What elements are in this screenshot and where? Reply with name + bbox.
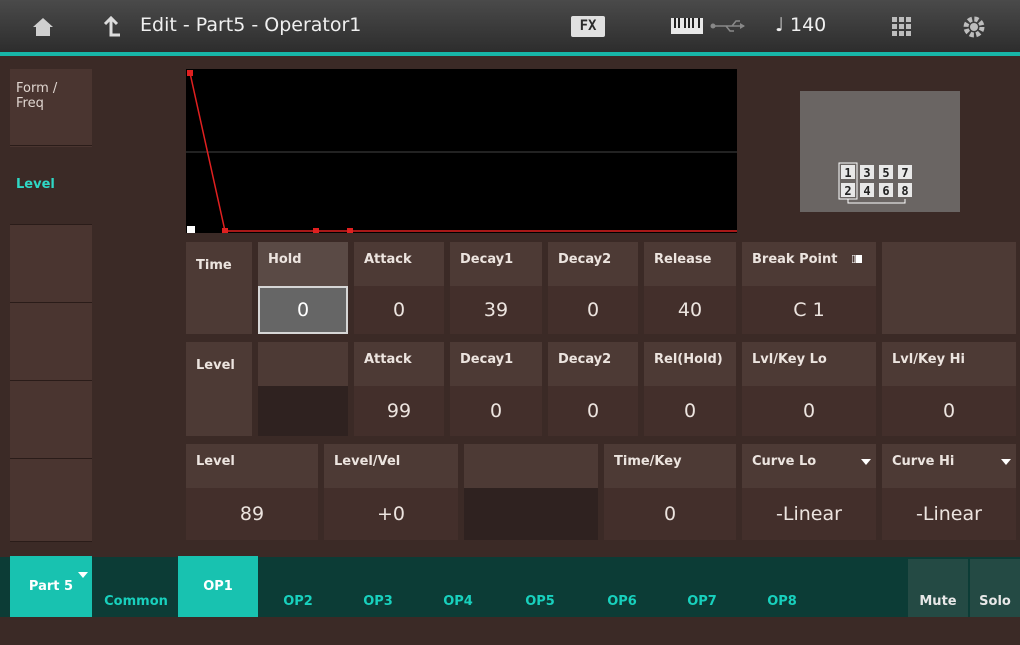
grid-menu-icon[interactable] <box>892 17 912 37</box>
tab-form-freq[interactable]: Form / Freq <box>10 69 92 146</box>
decay2-time-header: Decay2 <box>548 242 638 286</box>
algo-op: 3 <box>863 166 870 180</box>
time-key-value[interactable]: 0 <box>604 488 736 540</box>
lvl-key-lo-value[interactable]: 0 <box>742 386 876 436</box>
rel-hold-level-value[interactable]: 0 <box>644 386 736 436</box>
level-vel-header: Level/Vel <box>324 444 458 488</box>
time-key-header: Time/Key <box>604 444 736 488</box>
tab-empty-6 <box>10 460 92 542</box>
curve-hi-header: Curve Hi <box>882 444 1016 488</box>
tab-op8[interactable]: OP8 <box>742 559 822 617</box>
curve-hi-value[interactable]: -Linear <box>882 488 1016 540</box>
time-row-label: Time <box>186 242 252 334</box>
tab-op4[interactable]: OP4 <box>418 559 498 617</box>
keyboard-icon <box>670 16 704 36</box>
page-title: Edit - Part5 - Operator1 <box>140 14 362 36</box>
decay1-level-header: Decay1 <box>450 342 542 386</box>
algo-op: 4 <box>863 184 870 198</box>
level-row-label: Level <box>186 342 252 436</box>
break-point-value[interactable]: C 1 <box>742 286 876 334</box>
algo-op: 2 <box>844 184 851 198</box>
back-arrow-icon[interactable] <box>100 15 122 38</box>
envelope-point <box>222 228 228 233</box>
envelope-point <box>347 228 353 233</box>
algo-op: 8 <box>901 184 908 198</box>
hold-time-value[interactable]: 0 <box>258 286 348 334</box>
home-icon[interactable] <box>32 16 54 38</box>
decay2-time-value[interactable]: 0 <box>548 286 638 334</box>
lvl-key-lo-header: Lvl/Key Lo <box>742 342 876 386</box>
decay1-level-value[interactable]: 0 <box>450 386 542 436</box>
solo-button[interactable]: Solo <box>970 559 1020 617</box>
algo-op: 1 <box>844 166 851 180</box>
tab-op5[interactable]: OP5 <box>500 559 580 617</box>
settings-gear-icon[interactable] <box>962 15 986 39</box>
tab-level[interactable]: Level <box>10 147 92 225</box>
algo-op: 5 <box>882 166 889 180</box>
curve-lo-value[interactable]: -Linear <box>742 488 876 540</box>
lvl-key-hi-header: Lvl/Key Hi <box>882 342 1016 386</box>
tab-op3[interactable]: OP3 <box>338 559 418 617</box>
tab-empty-5 <box>10 382 92 459</box>
tab-op1[interactable]: OP1 <box>178 556 258 617</box>
decay1-time-header: Decay1 <box>450 242 542 286</box>
level-value[interactable]: 89 <box>186 488 318 540</box>
tab-op2[interactable]: OP2 <box>258 559 338 617</box>
level-vel-value[interactable]: +0 <box>324 488 458 540</box>
lvl-key-hi-value[interactable]: 0 <box>882 386 1016 436</box>
attack-time-value[interactable]: 0 <box>354 286 444 334</box>
tab-op7[interactable]: OP7 <box>662 559 742 617</box>
rel-hold-level-header: Rel(Hold) <box>644 342 736 386</box>
level-header: Level <box>186 444 318 488</box>
curve-lo-header: Curve Lo <box>742 444 876 488</box>
curve-hi-dropdown-icon[interactable] <box>1001 450 1011 465</box>
empty-cell <box>882 242 1016 334</box>
envelope-point <box>313 228 319 233</box>
attack-level-value[interactable]: 99 <box>354 386 444 436</box>
decay1-time-value[interactable]: 39 <box>450 286 542 334</box>
decay2-level-value[interactable]: 0 <box>548 386 638 436</box>
algo-op: 6 <box>882 184 889 198</box>
curve-lo-dropdown-icon[interactable] <box>861 450 871 465</box>
decay2-level-header: Decay2 <box>548 342 638 386</box>
release-time-value[interactable]: 40 <box>644 286 736 334</box>
envelope-point <box>187 70 193 76</box>
fx-button[interactable]: FX <box>571 16 605 37</box>
attack-level-header: Attack <box>354 342 444 386</box>
bottom-empty-value <box>464 488 598 540</box>
attack-time-header: Attack <box>354 242 444 286</box>
tab-op6[interactable]: OP6 <box>582 559 662 617</box>
tab-empty-3 <box>10 226 92 303</box>
hold-time-header: Hold <box>258 242 348 286</box>
envelope-graph <box>186 69 737 233</box>
algorithm-display[interactable]: 1 3 5 7 2 4 6 8 <box>800 91 960 212</box>
part-dropdown-icon[interactable] <box>78 563 88 578</box>
level-empty-value <box>258 386 348 436</box>
mute-button[interactable]: Mute <box>908 559 968 617</box>
envelope-point <box>187 226 195 233</box>
usb-icon <box>710 18 746 34</box>
keyboard-assign-icon[interactable] <box>851 248 862 264</box>
release-time-header: Release <box>644 242 736 286</box>
tempo-display[interactable]: ♩ 140 <box>775 14 826 36</box>
tab-common[interactable]: Common <box>96 559 176 617</box>
algo-op: 7 <box>901 166 908 180</box>
tab-empty-4 <box>10 304 92 381</box>
